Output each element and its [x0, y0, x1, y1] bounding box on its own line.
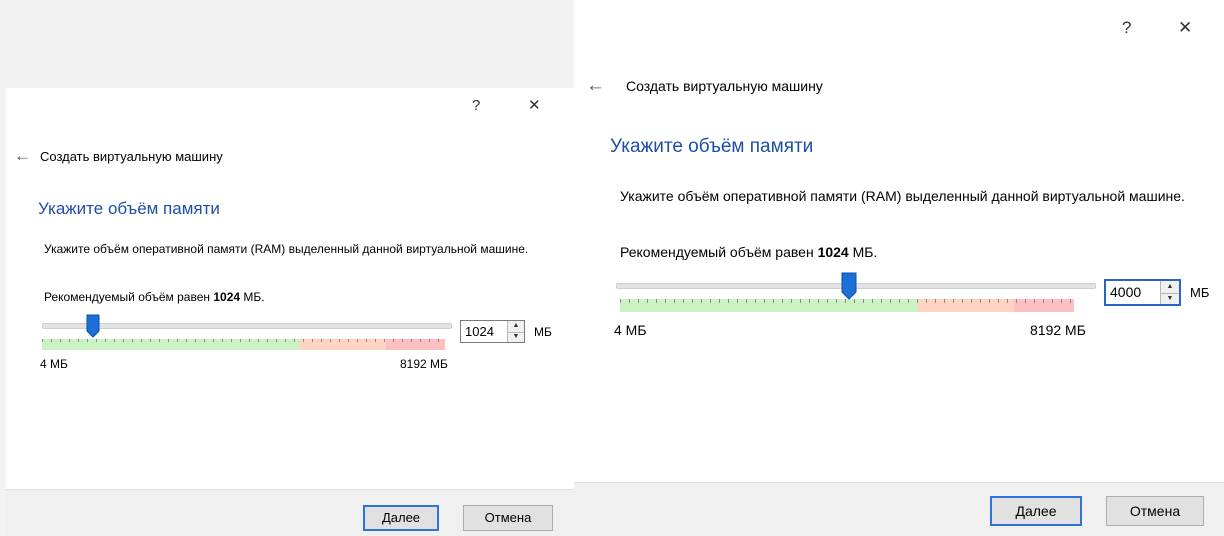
- next-button[interactable]: Далее: [363, 505, 439, 531]
- slider-min-label: 4 МБ: [40, 357, 68, 371]
- spin-down-icon[interactable]: ▼: [1161, 293, 1179, 305]
- backdrop-top: [0, 0, 574, 88]
- button-bar: Далее Отмена: [6, 489, 574, 536]
- recommended-prefix: Рекомендуемый объём равен: [44, 290, 211, 304]
- wizard-title: Создать виртуальную машину: [626, 78, 823, 94]
- recommended-prefix: Рекомендуемый объём равен: [620, 244, 814, 260]
- close-icon[interactable]: ✕: [1178, 18, 1192, 38]
- memory-range-band: [42, 339, 445, 350]
- help-button[interactable]: ?: [1122, 18, 1131, 38]
- recommended-unit: МБ.: [243, 290, 265, 304]
- cancel-button[interactable]: Отмена: [1106, 496, 1204, 526]
- next-button[interactable]: Далее: [990, 496, 1082, 526]
- help-button[interactable]: ?: [472, 96, 480, 116]
- recommended-text: Рекомендуемый объём равен 1024 МБ.: [620, 243, 877, 261]
- slider-max-label: 8192 МБ: [400, 357, 448, 371]
- memory-spinbox[interactable]: 4000 ▲ ▼: [1104, 279, 1181, 306]
- back-arrow-icon[interactable]: ←: [586, 76, 605, 96]
- memory-spinbox-value[interactable]: 1024: [465, 321, 494, 342]
- recommended-value: 1024: [213, 290, 241, 304]
- close-icon[interactable]: ✕: [528, 96, 541, 116]
- backdrop-left: [0, 88, 6, 536]
- memory-slider-groove[interactable]: [42, 323, 452, 329]
- dialog-small: ? ✕ ← Создать виртуальную машину Укажите…: [0, 0, 574, 536]
- memory-slider-thumb[interactable]: [841, 272, 857, 300]
- description-text: Укажите объём оперативной памяти (RAM) в…: [44, 242, 529, 256]
- spin-buttons[interactable]: ▲ ▼: [507, 321, 524, 342]
- dialog-large: ? ✕ ← Создать виртуальную машину Укажите…: [574, 0, 1224, 536]
- memory-spinbox-value[interactable]: 4000: [1110, 281, 1141, 304]
- recommended-unit: МБ.: [852, 244, 878, 260]
- memory-spinbox[interactable]: 1024 ▲ ▼: [460, 320, 525, 343]
- back-arrow-icon[interactable]: ←: [14, 146, 31, 166]
- spin-buttons[interactable]: ▲ ▼: [1160, 281, 1179, 304]
- button-bar: Далее Отмена: [574, 482, 1224, 536]
- description-text: Укажите объём оперативной памяти (RAM) в…: [620, 188, 1185, 204]
- page-heading: Укажите объём памяти: [610, 136, 814, 157]
- slider-min-label: 4 МБ: [614, 322, 647, 338]
- memory-unit-label: МБ: [1190, 285, 1210, 300]
- memory-slider-thumb[interactable]: [86, 314, 100, 338]
- memory-unit-label: МБ: [534, 325, 552, 339]
- cancel-button[interactable]: Отмена: [463, 505, 553, 531]
- recommended-text: Рекомендуемый объём равен 1024 МБ.: [44, 290, 265, 305]
- page-heading: Укажите объём памяти: [38, 199, 220, 218]
- recommended-value: 1024: [817, 244, 849, 260]
- memory-range-band: [620, 299, 1074, 312]
- slider-max-label: 8192 МБ: [1030, 322, 1086, 338]
- spin-down-icon[interactable]: ▼: [508, 332, 524, 343]
- wizard-title: Создать виртуальную машину: [40, 149, 223, 164]
